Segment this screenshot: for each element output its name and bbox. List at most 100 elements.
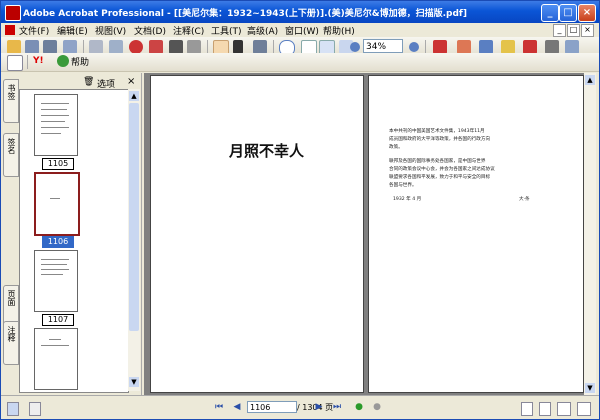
document-icon xyxy=(5,25,15,35)
display-tool-icon[interactable] xyxy=(565,40,579,54)
document-scrollbar[interactable]: ▲ ▼ xyxy=(584,73,596,395)
select-tool-icon[interactable] xyxy=(233,40,243,54)
print-icon[interactable] xyxy=(43,40,57,54)
email-icon[interactable] xyxy=(63,40,77,54)
tab-comments[interactable]: 注释 xyxy=(3,321,19,365)
toolbar-separator xyxy=(83,40,84,54)
open-icon[interactable] xyxy=(7,40,21,54)
thumb-text-line xyxy=(41,109,67,110)
zoom-in-icon[interactable] xyxy=(409,42,419,52)
secondary-toolbar: Y! 帮助 xyxy=(1,53,599,72)
doc-minimize-button[interactable]: _ xyxy=(553,24,566,37)
page-date: 1932 年 4 月 xyxy=(393,197,422,202)
help-button[interactable]: 帮助 xyxy=(71,55,89,68)
doc-close-button[interactable]: × xyxy=(581,24,594,37)
menu-help[interactable]: 帮助(H) xyxy=(323,24,355,37)
page-text-line: 本中共刊的中国美国艺术文件集，1943年11月 xyxy=(389,129,485,134)
menu-comments[interactable]: 注释(C) xyxy=(173,24,204,37)
menu-advanced[interactable]: 高级(A) xyxy=(247,24,278,37)
go-back-icon[interactable]: ● xyxy=(353,401,365,413)
navigation-panel: 书签 签名 页面 注释 🗑 选项 × 1105 1106 1107 ▲ ▼ xyxy=(1,73,142,395)
close-panel-icon[interactable]: × xyxy=(127,76,135,87)
secure-icon[interactable] xyxy=(129,40,143,54)
next-page-icon[interactable]: ▶ xyxy=(313,401,325,413)
page-text-line: 联盟要求各国和平发展，致力于和平与安全的目标 xyxy=(389,175,491,180)
left-page-title: 月照不幸人 xyxy=(229,142,305,160)
scroll-up-icon[interactable]: ▲ xyxy=(585,75,595,85)
save-icon[interactable] xyxy=(25,40,39,54)
tag-icon xyxy=(29,402,41,416)
single-page-icon[interactable] xyxy=(521,402,533,416)
toolbar-separator xyxy=(425,40,426,54)
page-layout-icon[interactable] xyxy=(7,55,23,71)
menu-edit[interactable]: 编辑(E) xyxy=(57,24,88,37)
text-edit-icon[interactable] xyxy=(479,40,493,54)
tab-signatures[interactable]: 签名 xyxy=(3,133,19,177)
thumb-text-line xyxy=(41,115,69,116)
find-icon[interactable] xyxy=(169,40,183,54)
thumb-text-line xyxy=(41,345,69,346)
scroll-up-icon[interactable]: ▲ xyxy=(129,91,139,101)
yahoo-search-button[interactable]: Y! xyxy=(33,56,44,66)
previous-page-icon[interactable]: ◀ xyxy=(231,401,243,413)
scroll-down-icon[interactable]: ▼ xyxy=(129,377,139,387)
snapshot-icon[interactable] xyxy=(253,40,267,54)
menu-tools[interactable]: 工具(T) xyxy=(211,24,242,37)
doc-restore-button[interactable]: □ xyxy=(567,24,580,37)
continuous-facing-icon[interactable] xyxy=(577,402,591,416)
continuous-icon[interactable] xyxy=(539,402,551,416)
thumbnail-scrollbar[interactable]: ▲ ▼ xyxy=(128,89,140,391)
menu-document[interactable]: 文档(D) xyxy=(134,24,166,37)
page-text-line: 政策。 xyxy=(389,145,403,150)
scroll-thumb[interactable] xyxy=(129,103,139,331)
last-page-icon[interactable]: ⏭ xyxy=(331,401,343,413)
help-icon[interactable] xyxy=(57,55,69,67)
close-button[interactable]: × xyxy=(578,4,596,22)
facing-icon[interactable] xyxy=(557,402,571,416)
thumb-text-line xyxy=(41,133,61,134)
thumb-text-line xyxy=(41,269,69,270)
page-signature: 大·条 xyxy=(519,197,530,202)
thumb-text-line xyxy=(41,127,69,128)
menu-window[interactable]: 窗口(W) xyxy=(285,24,319,37)
review-comment-icon[interactable] xyxy=(433,40,447,54)
menu-file[interactable]: 文件(F) xyxy=(19,24,49,37)
thumb-text-line xyxy=(49,339,61,340)
page-text-line: 合同的政策会议中心会，并会为各国家之间达成协议 xyxy=(389,167,495,172)
right-page: 本中共刊的中国美国艺术文件集，1943年11月 成员国和政府的大平洋等政策，并各… xyxy=(368,75,584,393)
trash-icon[interactable]: 🗑 xyxy=(83,77,94,87)
page-thumbnail[interactable] xyxy=(34,250,78,312)
page-thumbnail-selected[interactable] xyxy=(34,172,80,236)
attach-icon[interactable] xyxy=(109,40,123,54)
sign-icon[interactable] xyxy=(149,40,163,54)
page-text-line: 成员国和政府的大平洋等政策，并各国的行政方向 xyxy=(389,137,491,142)
thumbnail-label: 1105 xyxy=(42,158,74,170)
search-icon[interactable] xyxy=(187,40,201,54)
zoom-field[interactable]: 34% xyxy=(363,39,403,53)
tab-comments-label: 注释 xyxy=(7,326,16,342)
comment-tool-icon[interactable] xyxy=(457,40,471,54)
first-page-icon[interactable]: ⏮ xyxy=(213,401,225,413)
document-viewer[interactable]: 月照不幸人 本中共刊的中国美国艺术文件集，1943年11月 成员国和政府的大平洋… xyxy=(144,73,596,395)
page-thumbnail[interactable] xyxy=(34,94,78,156)
zoom-out-icon[interactable] xyxy=(350,42,360,52)
thumbnail-label: 1107 xyxy=(42,314,74,326)
go-forward-icon[interactable]: ● xyxy=(371,401,383,413)
maximize-button[interactable]: □ xyxy=(559,4,577,22)
menu-view[interactable]: 视图(V) xyxy=(95,24,126,37)
thumb-text-line xyxy=(41,121,65,122)
tab-bookmarks[interactable]: 书签 xyxy=(3,79,19,123)
drawing-tool-icon[interactable] xyxy=(545,40,559,54)
tab-bookmarks-label: 书签 xyxy=(7,84,16,100)
page-size-icon xyxy=(7,402,19,416)
thumb-text-line xyxy=(50,198,60,199)
scroll-down-icon[interactable]: ▼ xyxy=(585,383,595,393)
pencil-icon[interactable] xyxy=(523,40,537,54)
menu-bar: 文件(F) 编辑(E) 视图(V) 文档(D) 注释(C) 工具(T) 高级(A… xyxy=(1,23,599,37)
stamp-icon[interactable] xyxy=(501,40,515,54)
page-thumbnail[interactable] xyxy=(34,328,78,390)
create-pdf-icon[interactable] xyxy=(89,40,103,54)
page-number-field[interactable]: 1106 xyxy=(247,401,297,413)
thumb-text-line xyxy=(41,274,63,275)
minimize-button[interactable]: _ xyxy=(541,4,559,22)
